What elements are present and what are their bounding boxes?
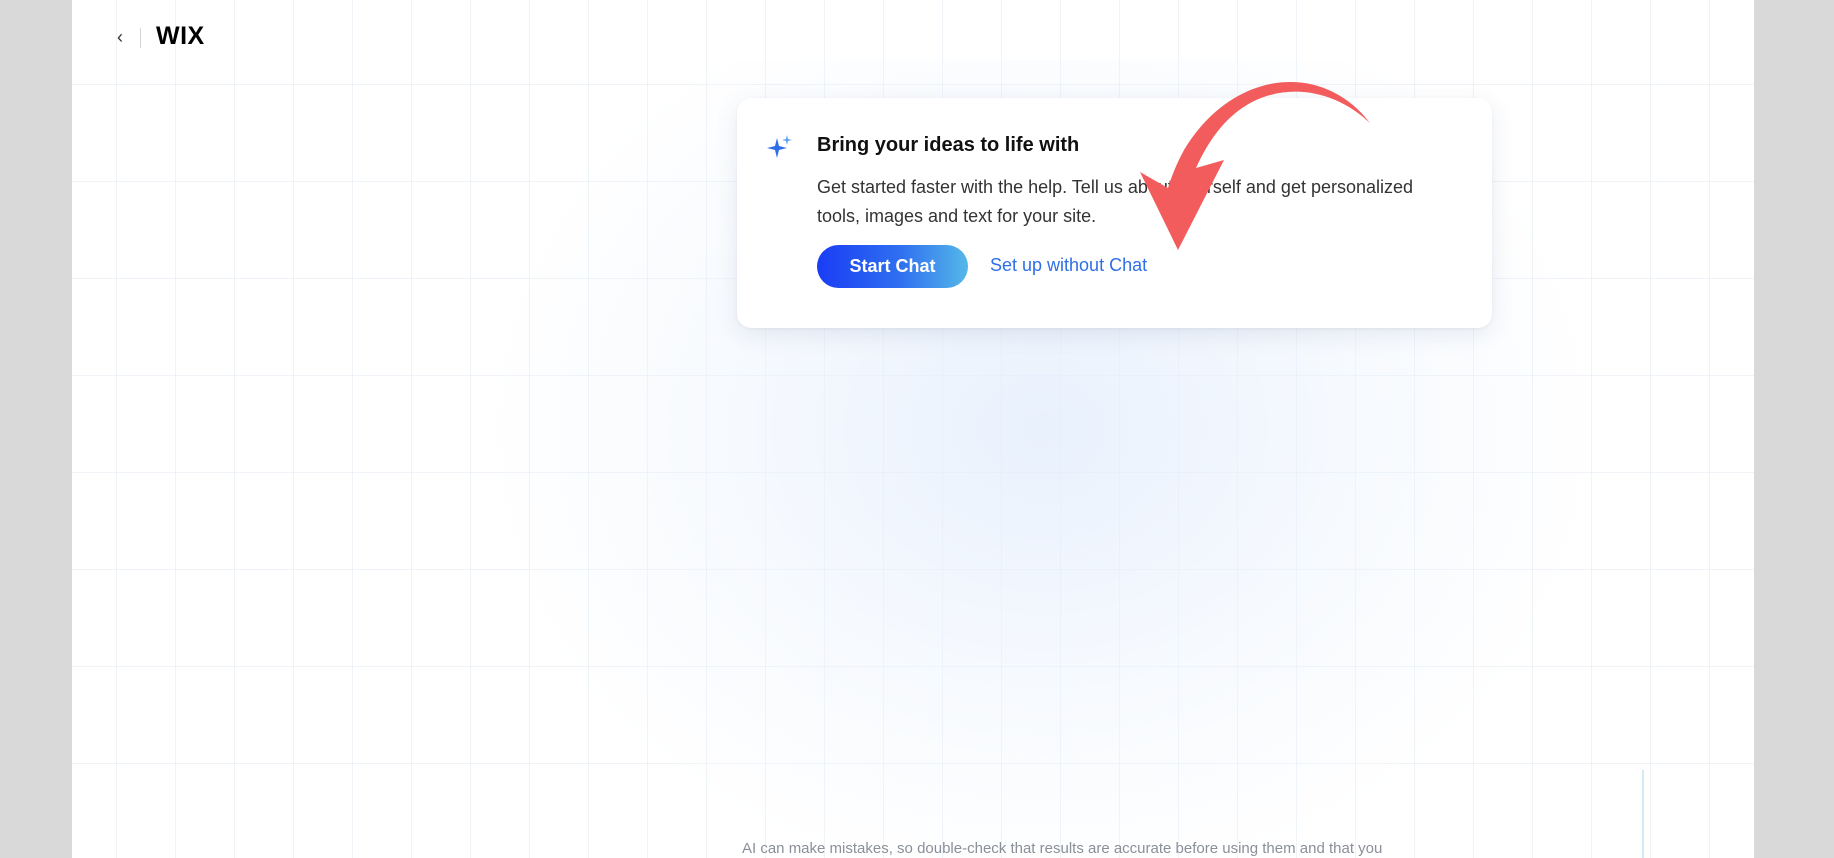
chevron-left-icon: ‹ (117, 26, 123, 47)
right-gutter (1754, 0, 1834, 858)
sparkle-icon (767, 135, 792, 158)
page: ‹ WIX Bring your ideas to life with Get … (72, 0, 1754, 858)
ai-onboarding-card: Bring your ideas to life with Get starte… (737, 98, 1492, 328)
back-button[interactable]: ‹ (110, 24, 130, 50)
start-chat-button[interactable]: Start Chat (817, 245, 968, 288)
setup-without-chat-link[interactable]: Set up without Chat (990, 255, 1147, 276)
scroll-indicator (1642, 770, 1644, 858)
wix-logo: WIX (156, 22, 205, 50)
left-gutter (0, 0, 72, 858)
top-bar: ‹ WIX (72, 0, 1754, 74)
ai-disclaimer: AI can make mistakes, so double-check th… (742, 840, 1383, 857)
card-title: Bring your ideas to life with (817, 134, 1080, 156)
header-divider (140, 28, 141, 48)
card-description: Get started faster with the help. Tell u… (817, 177, 1414, 226)
